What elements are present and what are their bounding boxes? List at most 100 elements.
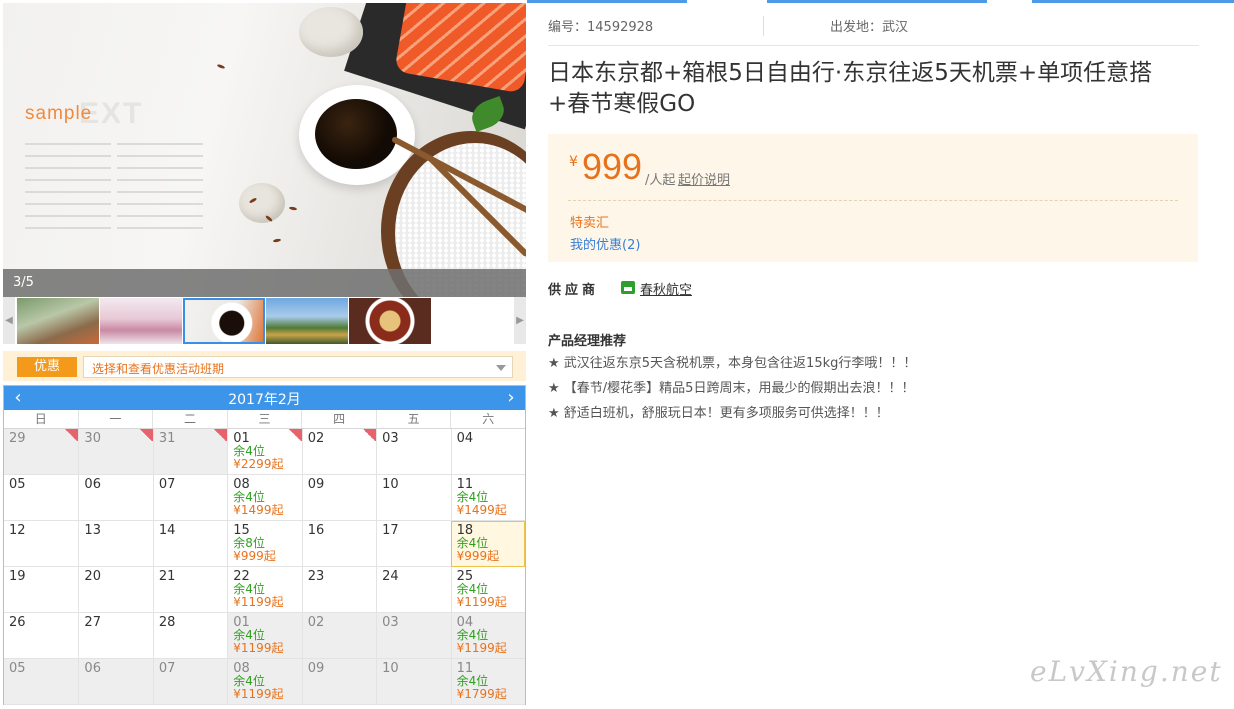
day-number: 03 xyxy=(382,615,399,630)
calendar-day[interactable]: 05 xyxy=(4,659,79,705)
calendar-day[interactable]: 07 xyxy=(152,659,228,705)
day-price: ¥999起 xyxy=(233,549,276,563)
promo-corner-icon xyxy=(213,429,228,441)
shop-icon xyxy=(621,281,635,294)
calendar-day[interactable]: 18 余4位 ¥999起 xyxy=(450,521,525,567)
thumbnail-2[interactable] xyxy=(100,298,182,344)
product-code: 编号：14592928 xyxy=(548,20,654,35)
calendar-day[interactable]: 01 余4位 ¥1199起 xyxy=(227,613,302,659)
day-price: ¥1199起 xyxy=(456,641,507,655)
promo-select[interactable]: 选择和查看优惠活动班期 xyxy=(83,356,513,378)
promo-tag: 优惠 xyxy=(17,357,77,377)
calendar-day[interactable]: 25 余4位 ¥1199起 xyxy=(450,567,525,613)
calendar-day[interactable]: 24 xyxy=(376,567,451,613)
thumbnail-strip: ◀ ▶ xyxy=(3,297,526,347)
day-price: ¥1199起 xyxy=(233,641,284,655)
hero-garlic-shape xyxy=(239,183,285,223)
calendar-day[interactable]: 05 xyxy=(4,475,79,521)
day-number: 26 xyxy=(9,615,26,630)
watermark: eLvXing.net xyxy=(1030,655,1223,688)
calendar-day[interactable]: 07 xyxy=(152,475,228,521)
calendar-day[interactable]: 13 xyxy=(78,521,153,567)
hero-filler-line xyxy=(25,191,111,193)
thumb-prev-icon[interactable]: ◀ xyxy=(3,297,15,344)
calendar-day[interactable]: 30 xyxy=(78,429,153,475)
calendar-day[interactable]: 06 xyxy=(78,475,153,521)
day-number: 12 xyxy=(9,523,26,538)
day-number: 07 xyxy=(158,477,176,492)
day-number: 27 xyxy=(84,615,101,630)
chevron-down-icon xyxy=(496,365,506,371)
calendar-day[interactable]: 06 xyxy=(78,659,153,705)
calendar-day[interactable]: 29 xyxy=(4,429,79,475)
calendar-day[interactable]: 02 xyxy=(301,429,377,475)
price-currency: ¥ xyxy=(569,154,578,170)
promo-corner-icon xyxy=(138,429,153,441)
sale-label[interactable]: 特卖汇 xyxy=(570,212,609,231)
left-column: EXT sample 3/5 ◀ ▶ 优惠 选择和查看优惠活动班期 ‹ 2017… xyxy=(0,0,527,709)
calendar-day[interactable]: 20 xyxy=(78,567,153,613)
calendar-day[interactable]: 15 余8位 ¥999起 xyxy=(227,521,302,567)
calendar-day[interactable]: 09 xyxy=(301,659,377,705)
calendar-day[interactable]: 08 余4位 ¥1199起 xyxy=(227,659,302,705)
day-number: 23 xyxy=(307,569,325,584)
calendar-day[interactable]: 03 xyxy=(376,429,451,475)
hero-filler-line xyxy=(117,143,203,145)
calendar-day[interactable]: 31 xyxy=(152,429,228,475)
calendar-day[interactable]: 23 xyxy=(301,567,377,613)
price-divider xyxy=(568,200,1178,201)
thumbnail-1[interactable] xyxy=(17,298,99,344)
day-number: 13 xyxy=(84,523,101,538)
calendar-day[interactable]: 14 xyxy=(152,521,228,567)
my-discount-link[interactable]: 我的优惠(2) xyxy=(570,234,640,253)
calendar-day[interactable]: 26 xyxy=(4,613,79,659)
calendar-day[interactable]: 17 xyxy=(376,521,451,567)
weekday-label: 六 xyxy=(450,410,525,428)
calendar-day[interactable]: 16 xyxy=(301,521,377,567)
hero-filler-line xyxy=(117,203,203,205)
calendar-day[interactable]: 04 xyxy=(450,429,525,475)
thumbnail-4[interactable] xyxy=(266,298,348,344)
thumb-next-icon[interactable]: ▶ xyxy=(514,297,526,344)
image-counter-bar: 3/5 xyxy=(3,269,526,297)
calendar-day[interactable]: 21 xyxy=(152,567,228,613)
thumbnail-3[interactable] xyxy=(183,298,265,344)
hero-sauce-dish xyxy=(299,85,415,185)
calendar-day[interactable]: 27 xyxy=(78,613,153,659)
next-month-icon[interactable]: › xyxy=(501,387,521,408)
calendar-day[interactable]: 19 xyxy=(4,567,79,613)
supplier-name-link[interactable]: 春秋航空 xyxy=(640,279,692,298)
calendar-day[interactable]: 11 余4位 ¥1799起 xyxy=(450,659,525,705)
thumbnail-5[interactable] xyxy=(349,298,431,344)
image-counter: 3/5 xyxy=(13,275,34,290)
calendar-day[interactable]: 03 xyxy=(376,613,451,659)
calendar-day[interactable]: 28 xyxy=(152,613,228,659)
calendar-day[interactable]: 12 xyxy=(4,521,79,567)
calendar-day[interactable]: 10 xyxy=(376,475,451,521)
calendar-day[interactable]: 01 余4位 ¥2299起 xyxy=(227,429,302,475)
hero-filler-line xyxy=(117,155,203,157)
calendar-day[interactable]: 10 xyxy=(376,659,451,705)
calendar-grid: 29 30 31 01 余4位 ¥2299起 02 03 04 05 06 07 08 余4位 ¥1499起… xyxy=(4,429,525,705)
calendar-day[interactable]: 02 xyxy=(301,613,377,659)
calendar-day[interactable]: 04 余4位 ¥1199起 xyxy=(450,613,525,659)
hero-image[interactable]: EXT sample 3/5 xyxy=(3,3,526,297)
recommend-title: 产品经理推荐 xyxy=(548,334,627,349)
day-price: ¥2299起 xyxy=(233,457,284,471)
hero-filler-line xyxy=(117,227,203,229)
day-number: 06 xyxy=(84,661,101,676)
supplier-label: 供应商 xyxy=(548,283,600,298)
day-price: ¥999起 xyxy=(456,549,500,563)
calendar-day[interactable]: 11 余4位 ¥1499起 xyxy=(450,475,525,521)
calendar-day[interactable]: 08 余4位 ¥1499起 xyxy=(227,475,302,521)
promo-corner-icon xyxy=(287,429,302,441)
hero-filler-line xyxy=(117,179,203,181)
price-explain-link[interactable]: 起价说明 xyxy=(678,169,730,188)
day-number: 09 xyxy=(307,661,325,676)
calendar-day[interactable]: 09 xyxy=(301,475,377,521)
hero-filler-line xyxy=(117,167,203,169)
day-number: 05 xyxy=(9,661,26,676)
promo-corner-icon xyxy=(362,429,377,441)
promo-bar: 优惠 选择和查看优惠活动班期 xyxy=(3,351,526,381)
calendar-day[interactable]: 22 余4位 ¥1199起 xyxy=(227,567,302,613)
